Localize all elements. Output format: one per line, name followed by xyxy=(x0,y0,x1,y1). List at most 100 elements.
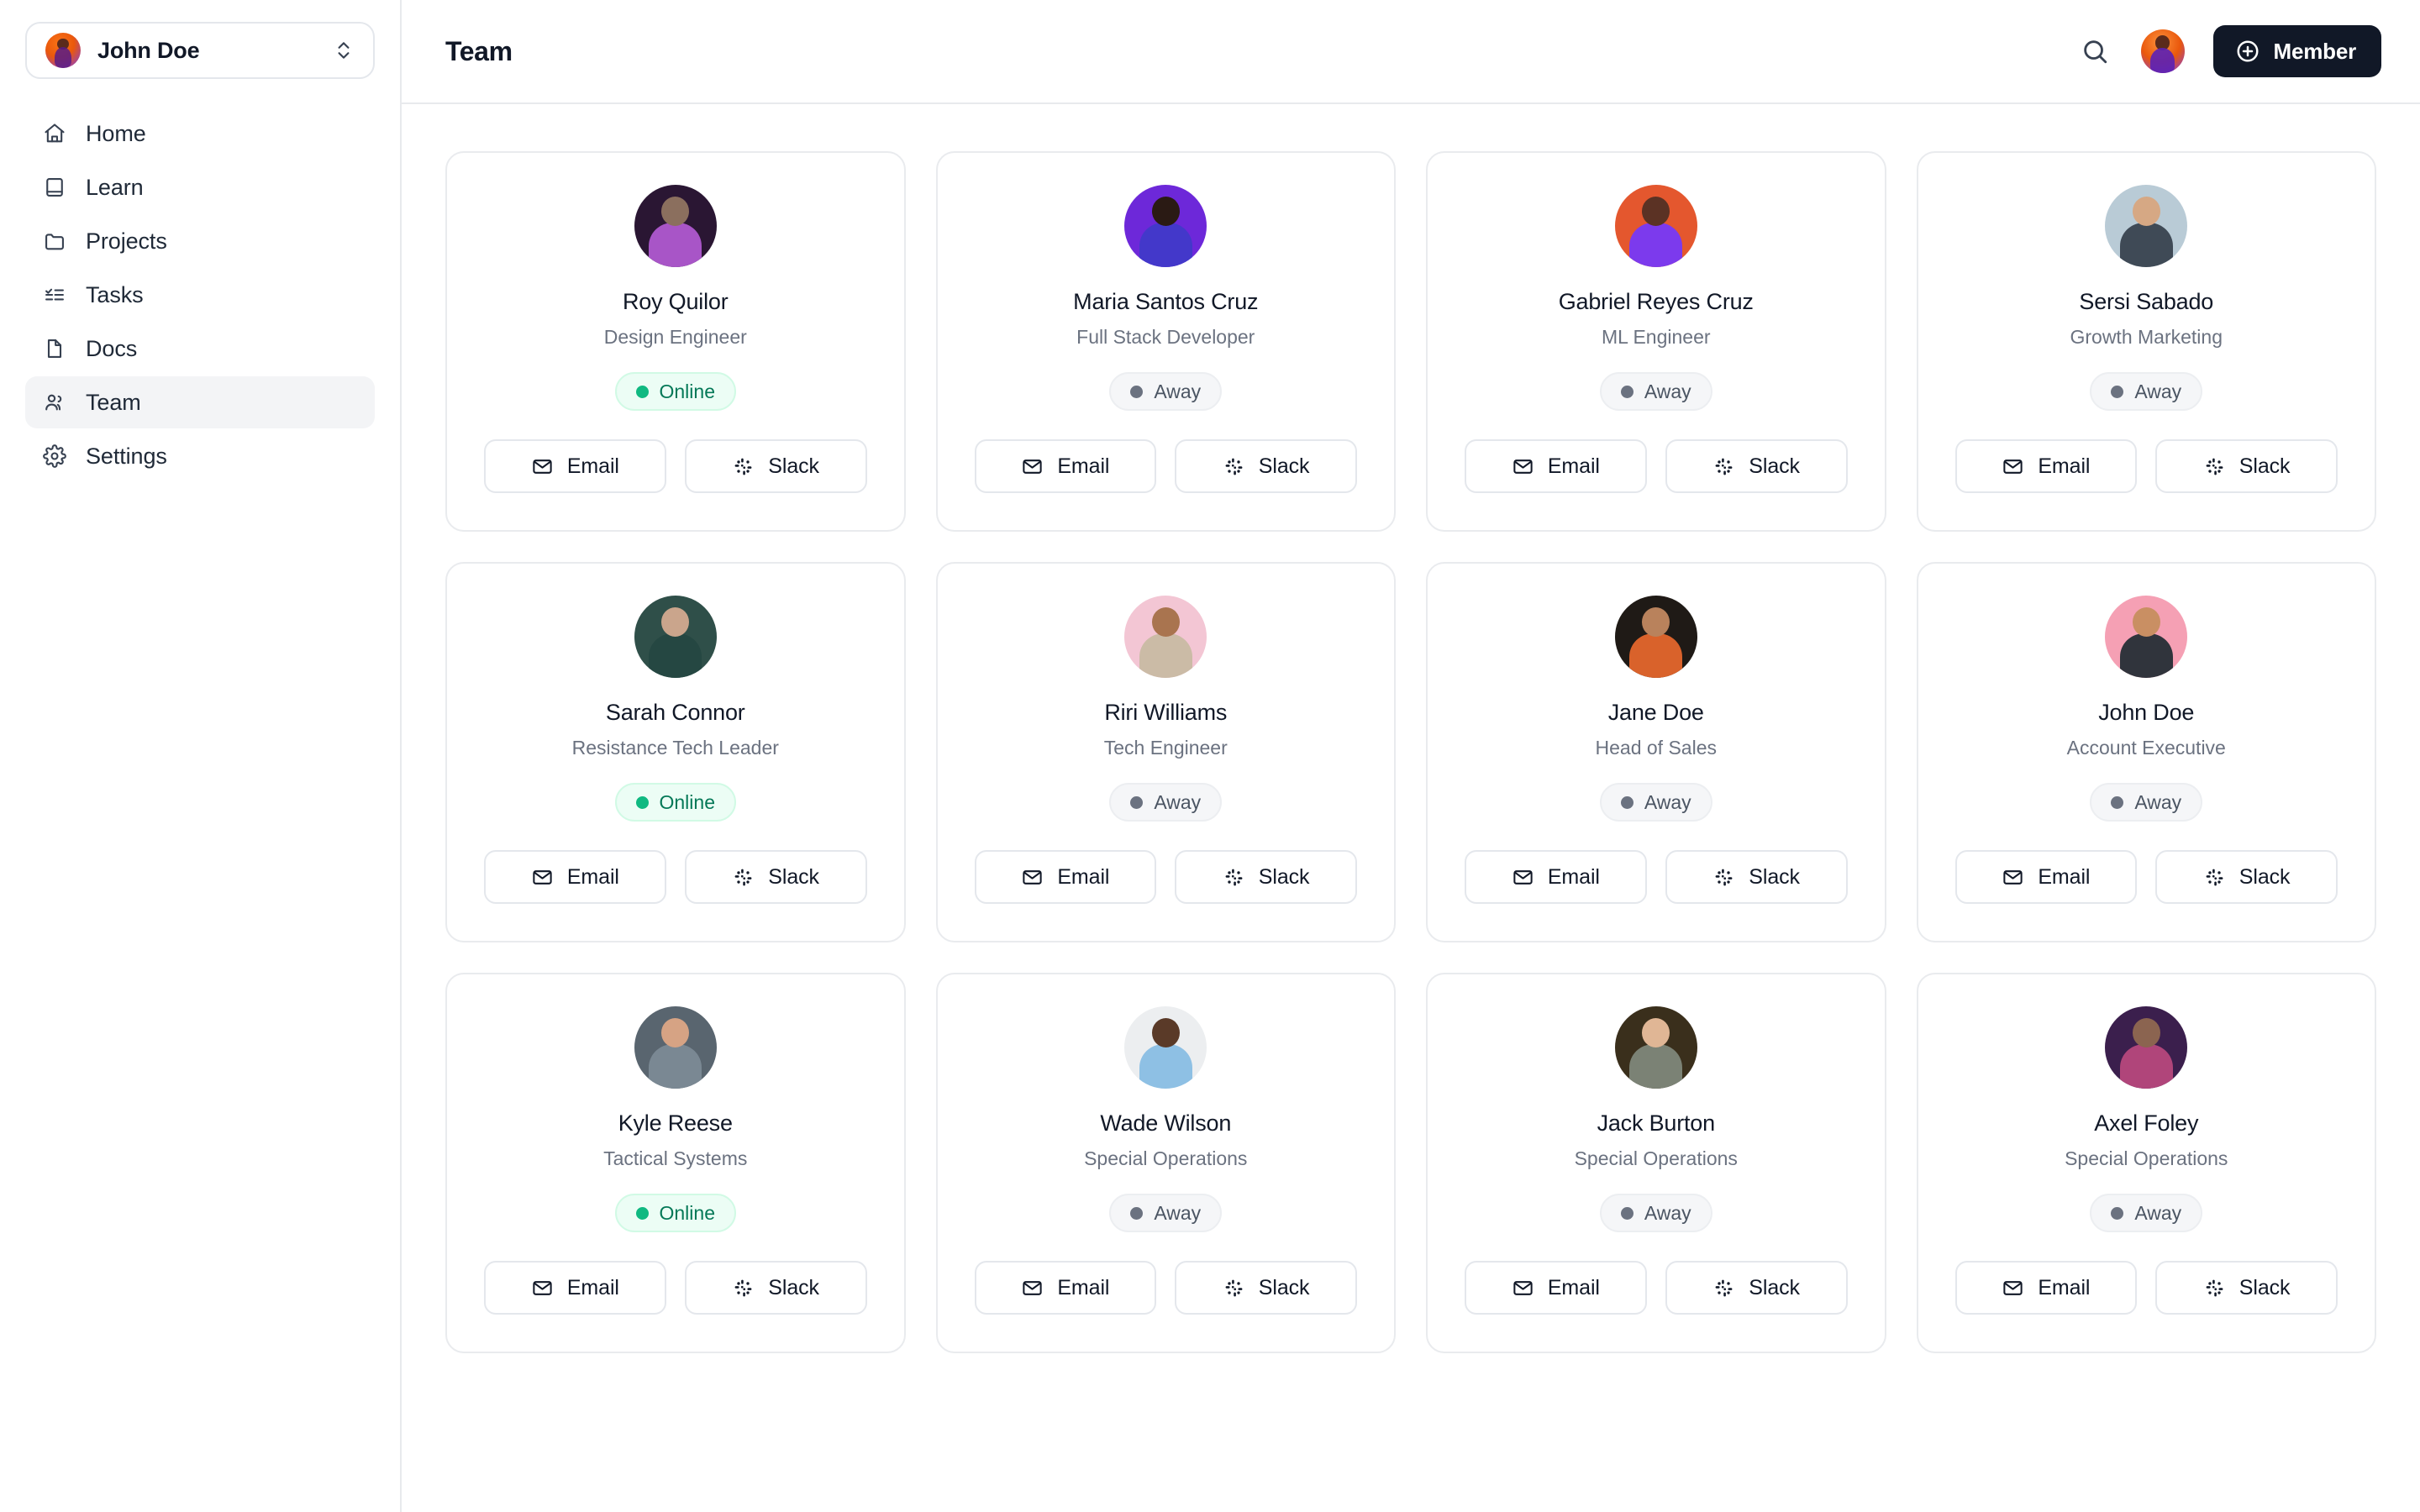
status-dot-icon xyxy=(1620,795,1634,809)
member-name: Jane Doe xyxy=(1607,700,1704,725)
sidebar-item-home[interactable]: Home xyxy=(25,108,375,160)
sidebar-item-settings[interactable]: Settings xyxy=(25,430,375,482)
status-badge: Away xyxy=(2090,783,2203,822)
slack-button[interactable]: Slack xyxy=(1665,1261,1848,1315)
member-avatar xyxy=(1614,185,1697,267)
member-actions: Email Slack xyxy=(974,850,1357,904)
slack-button[interactable]: Slack xyxy=(1175,850,1357,904)
sidebar-item-team[interactable]: Team xyxy=(25,376,375,428)
member-name: Axel Foley xyxy=(2094,1110,2199,1136)
main-area: Team Member Roy Quilor Design Engineer O… xyxy=(402,0,2420,1512)
status-badge: Away xyxy=(1109,783,1223,822)
slack-button[interactable]: Slack xyxy=(1175,1261,1357,1315)
email-button[interactable]: Email xyxy=(1465,850,1647,904)
slack-button[interactable]: Slack xyxy=(2155,850,2338,904)
status-dot-icon xyxy=(1130,795,1144,809)
book-icon xyxy=(42,175,67,200)
email-button[interactable]: Email xyxy=(974,850,1157,904)
member-actions: Email Slack xyxy=(1954,439,2338,493)
email-button[interactable]: Email xyxy=(1954,850,2138,904)
member-avatar xyxy=(2105,185,2188,267)
slack-button[interactable]: Slack xyxy=(2155,1261,2338,1315)
team-member-card: John Doe Account Executive Away Email Slack xyxy=(1916,562,2376,942)
status-dot-icon xyxy=(1130,385,1144,398)
slack-button[interactable]: Slack xyxy=(2155,439,2338,493)
page-title: Team xyxy=(445,35,513,66)
slack-label: Slack xyxy=(768,1275,819,1299)
envelope-icon xyxy=(1021,866,1044,889)
slack-button[interactable]: Slack xyxy=(684,1261,867,1315)
member-role: Tactical Systems xyxy=(603,1147,748,1169)
sidebar-item-label: Docs xyxy=(86,335,138,361)
status-badge: Online xyxy=(614,1194,736,1232)
status-badge: Away xyxy=(1599,783,1712,822)
member-actions: Email Slack xyxy=(484,439,867,493)
slack-icon xyxy=(1223,866,1245,889)
slack-label: Slack xyxy=(768,864,819,889)
avatar[interactable] xyxy=(2140,29,2185,73)
status-badge: Online xyxy=(614,372,736,411)
status-dot-icon xyxy=(1620,385,1634,398)
team-member-card: Kyle Reese Tactical Systems Online Email Sla… xyxy=(445,973,906,1353)
slack-icon xyxy=(1712,866,1735,889)
member-actions: Email Slack xyxy=(1465,1261,1848,1315)
status-badge: Away xyxy=(1109,1194,1223,1232)
member-avatar xyxy=(1124,1006,1207,1089)
status-label: Online xyxy=(659,790,715,813)
sidebar-item-tasks[interactable]: Tasks xyxy=(25,269,375,321)
folder-icon xyxy=(42,228,67,254)
status-label: Away xyxy=(1154,790,1202,813)
status-dot-icon xyxy=(635,385,649,398)
member-role: Account Executive xyxy=(2066,737,2226,759)
envelope-icon xyxy=(1512,866,1534,889)
status-label: Online xyxy=(659,380,715,402)
team-member-card: Jack Burton Special Operations Away Email Sl… xyxy=(1426,973,1886,1353)
sidebar-item-projects[interactable]: Projects xyxy=(25,215,375,267)
email-label: Email xyxy=(1057,1275,1110,1299)
email-button[interactable]: Email xyxy=(484,850,666,904)
slack-icon xyxy=(1223,1277,1245,1299)
chevron-up-down-icon xyxy=(333,38,355,63)
slack-button[interactable]: Slack xyxy=(1175,439,1357,493)
member-name: Riri Williams xyxy=(1104,700,1228,725)
email-label: Email xyxy=(1547,454,1600,478)
sidebar-item-label: Settings xyxy=(86,443,167,469)
sidebar-item-docs[interactable]: Docs xyxy=(25,323,375,375)
member-role: Design Engineer xyxy=(603,326,747,348)
member-actions: Email Slack xyxy=(974,1261,1357,1315)
member-name: John Doe xyxy=(2098,700,2195,725)
envelope-icon xyxy=(531,1277,554,1299)
email-button[interactable]: Email xyxy=(1954,1261,2138,1315)
search-icon[interactable] xyxy=(2077,34,2112,69)
slack-label: Slack xyxy=(2238,1275,2291,1299)
workspace-switcher[interactable]: John Doe xyxy=(25,22,375,79)
team-member-card: Wade Wilson Special Operations Away Email Sl… xyxy=(935,973,1396,1353)
slack-icon xyxy=(2203,455,2226,478)
status-badge: Online xyxy=(614,783,736,822)
email-button[interactable]: Email xyxy=(1465,1261,1647,1315)
email-button[interactable]: Email xyxy=(974,1261,1157,1315)
slack-label: Slack xyxy=(1749,1275,1800,1299)
email-button[interactable]: Email xyxy=(484,1261,666,1315)
email-label: Email xyxy=(2038,454,2091,478)
sidebar-item-label: Tasks xyxy=(86,281,144,307)
email-button[interactable]: Email xyxy=(1465,439,1647,493)
email-button[interactable]: Email xyxy=(974,439,1157,493)
status-badge: Away xyxy=(1109,372,1223,411)
add-member-button[interactable]: Member xyxy=(2212,25,2381,77)
envelope-icon xyxy=(2002,1277,2024,1299)
envelope-icon xyxy=(2002,866,2024,889)
envelope-icon xyxy=(1512,1277,1534,1299)
email-button[interactable]: Email xyxy=(484,439,666,493)
member-role: ML Engineer xyxy=(1601,326,1711,348)
slack-button[interactable]: Slack xyxy=(684,439,867,493)
slack-button[interactable]: Slack xyxy=(1665,439,1848,493)
sidebar-item-learn[interactable]: Learn xyxy=(25,161,375,213)
status-dot-icon xyxy=(1130,1206,1144,1220)
slack-button[interactable]: Slack xyxy=(684,850,867,904)
member-role: Growth Marketing xyxy=(2070,326,2223,348)
slack-icon xyxy=(1223,455,1245,478)
slack-button[interactable]: Slack xyxy=(1665,850,1848,904)
member-avatar xyxy=(1124,596,1207,678)
email-button[interactable]: Email xyxy=(1954,439,2138,493)
